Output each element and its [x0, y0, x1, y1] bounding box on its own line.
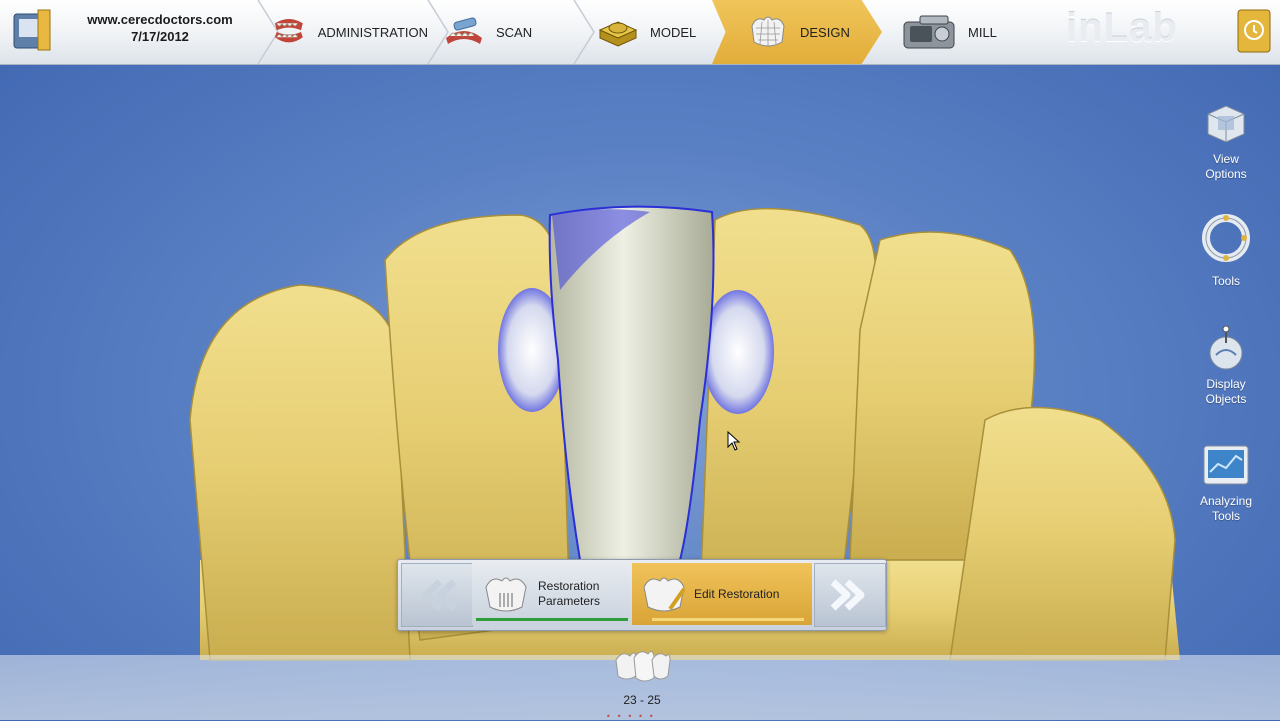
step-design-label: DESIGN — [800, 24, 850, 40]
step-edit-restoration-label: Edit Restoration — [694, 587, 780, 601]
view-options-label-1: View — [1213, 152, 1239, 166]
mill-machine-icon — [903, 15, 955, 49]
crown-edit-icon — [643, 577, 686, 612]
step-edit-restoration[interactable]: Edit Restoration — [632, 563, 812, 625]
site-info: www.cerecdoctors.com 7/17/2012 — [60, 11, 260, 45]
display-objects-button[interactable]: Display Objects — [1190, 325, 1262, 407]
step-model-label: MODEL — [650, 24, 697, 40]
double-chevron-right-icon — [830, 579, 865, 611]
display-objects-label-2: Objects — [1205, 392, 1247, 406]
view-options-button[interactable]: View Options — [1190, 100, 1262, 182]
step-scan[interactable]: SCAN — [440, 0, 570, 64]
tooth-right-far — [949, 406, 1176, 661]
step-active-indicator — [652, 618, 804, 621]
step-complete-indicator — [476, 618, 628, 621]
view-options-label-2: Options — [1205, 167, 1247, 181]
step-restoration-parameters-label-2: Parameters — [538, 594, 601, 608]
step-administration[interactable]: ADMINISTRATION — [268, 0, 428, 64]
scan-teeth-icon — [446, 17, 482, 44]
display-objects-label-1: Display — [1206, 377, 1246, 391]
site-url: www.cerecdoctors.com — [87, 12, 233, 27]
step-design[interactable]: DESIGN — [712, 0, 882, 64]
tools-ring-icon — [1202, 214, 1250, 262]
tooth-left-far — [189, 284, 411, 661]
patient-database-icon[interactable] — [10, 8, 54, 54]
design-wizard-bar: Restoration Parameters Edit Restoration — [397, 559, 887, 631]
next-step-button[interactable] — [814, 563, 886, 627]
cube-view-icon — [1207, 105, 1245, 143]
crown-parameters-icon — [485, 577, 527, 612]
analyzing-tools-label-2: Tools — [1211, 509, 1240, 523]
mouse-cursor-icon — [727, 431, 741, 451]
top-toolbar: www.cerecdoctors.com 7/17/2012 ADMINISTR… — [0, 0, 1280, 65]
step-model[interactable]: MODEL — [594, 0, 714, 64]
restoration-thumbnail-icon[interactable] — [614, 646, 672, 686]
analyzing-tools-label-1: Analyzing — [1199, 494, 1253, 508]
step-administration-label: ADMINISTRATION — [317, 24, 428, 40]
step-mill-label: MILL — [968, 24, 997, 40]
step-restoration-parameters[interactable]: Restoration Parameters — [472, 563, 630, 625]
session-date: 7/17/2012 — [131, 29, 189, 44]
tooth-range-label: 23 - 25 — [623, 693, 661, 707]
previous-step-button[interactable] — [401, 563, 473, 627]
tools-label: Tools — [1211, 274, 1240, 288]
administration-teeth-icon — [274, 18, 303, 43]
step-mill[interactable]: MILL — [900, 0, 1020, 64]
tools-button[interactable]: Tools — [1190, 212, 1262, 289]
brand-logo: inLab — [1066, 6, 1178, 50]
analyzing-tools-button[interactable]: Analyzing Tools — [1190, 442, 1262, 524]
help-book-icon[interactable] — [1236, 8, 1272, 54]
double-chevron-left-icon — [422, 579, 457, 611]
step-scan-label: SCAN — [496, 24, 533, 40]
analyzing-monitor-icon — [1203, 445, 1249, 485]
step-restoration-parameters-label-1: Restoration — [538, 579, 600, 593]
display-objects-icon — [1209, 325, 1243, 370]
design-crown-icon — [751, 16, 785, 47]
model-block-icon — [598, 21, 638, 47]
